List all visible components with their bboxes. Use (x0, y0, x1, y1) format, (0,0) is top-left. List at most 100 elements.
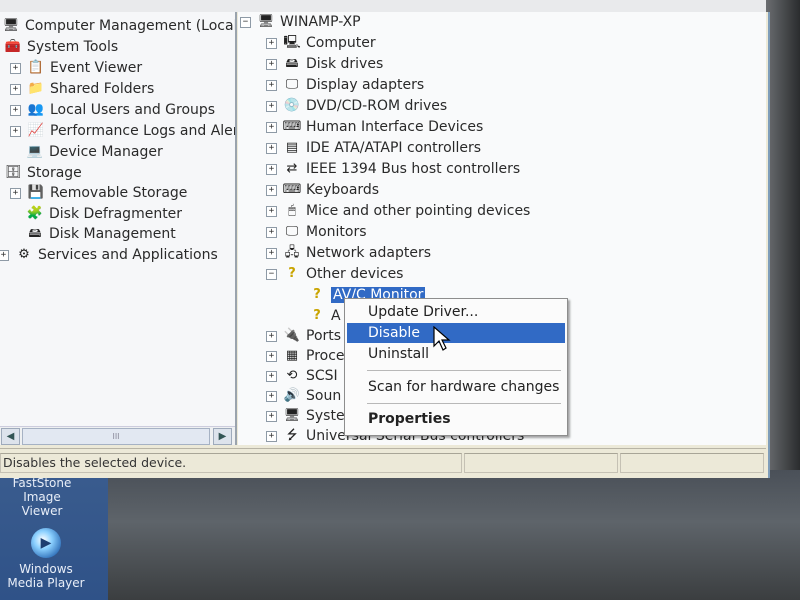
cdrom-icon: 💿 (283, 98, 301, 113)
monitor-bezel (766, 0, 800, 470)
tree-label: Proce (306, 348, 345, 364)
tree-label: Display adapters (306, 77, 425, 93)
tree-root-computer-management[interactable]: 🖥 Computer Management (Local) (2, 16, 235, 36)
expand-button[interactable]: + (266, 205, 277, 217)
scroll-right-arrow-icon[interactable]: ▶ (213, 428, 232, 445)
tree-item-storage[interactable]: 🗄 Storage (4, 163, 82, 183)
expand-button[interactable]: + (266, 142, 277, 154)
scroll-left-arrow-icon[interactable]: ◀ (1, 428, 20, 445)
expand-button[interactable]: + (266, 163, 277, 175)
tree-label: Services and Applications (38, 247, 218, 263)
device-category-mice[interactable]: + 🖱 Mice and other pointing devices (266, 201, 530, 221)
collapse-button[interactable]: − (266, 268, 277, 280)
tree-label: System Tools (27, 39, 119, 55)
device-category-system[interactable]: + 🖥 Syste (266, 406, 345, 426)
expand-button[interactable]: + (266, 247, 277, 259)
tree-label: DVD/CD-ROM drives (306, 98, 448, 114)
desktop-background (0, 470, 800, 600)
menu-item-update-driver[interactable]: Update Driver... (347, 302, 565, 322)
shared-folders-icon: 📁 (27, 81, 45, 96)
expand-button[interactable]: + (266, 37, 277, 49)
device-category-ieee1394[interactable]: + ⇄ IEEE 1394 Bus host controllers (266, 159, 520, 179)
device-category-sound[interactable]: + 🔊 Soun (266, 386, 341, 406)
tree-item-performance-logs[interactable]: + 📈 Performance Logs and Alerts (10, 121, 237, 141)
device-category-keyboards[interactable]: + ⌨ Keyboards (266, 180, 379, 200)
device-tree-root[interactable]: − 🖥 WINAMP-XP (240, 12, 361, 32)
expand-button[interactable]: + (266, 121, 277, 133)
expand-button[interactable]: + (266, 430, 277, 442)
menu-item-uninstall[interactable]: Uninstall (347, 344, 565, 364)
expand-button[interactable]: + (266, 370, 277, 382)
device-category-ports[interactable]: + 🔌 Ports (266, 326, 341, 346)
scsi-icon: ⟲ (286, 368, 298, 383)
device-category-ide[interactable]: + ▤ IDE ATA/ATAPI controllers (266, 138, 481, 158)
tree-label: Device Manager (49, 144, 163, 160)
device-category-other-devices[interactable]: − ? Other devices (266, 264, 403, 284)
desktop-icon-label: Image Viewer (21, 490, 63, 518)
tree-item-removable-storage[interactable]: + 💾 Removable Storage (10, 183, 187, 203)
device-category-monitors[interactable]: + 🖵 Monitors (266, 222, 367, 242)
expand-button[interactable]: + (266, 350, 277, 362)
computer-icon: 🖥 (257, 14, 275, 29)
mouse-icon: 🖱 (288, 203, 296, 218)
tree-item-system-tools[interactable]: 🧰 System Tools (4, 37, 118, 57)
menu-item-disable[interactable]: Disable (347, 323, 565, 343)
tree-item-local-users[interactable]: + 👥 Local Users and Groups (10, 100, 215, 120)
device-category-display-adapters[interactable]: + 🖵 Display adapters (266, 75, 424, 95)
event-viewer-icon: 📋 (27, 60, 45, 75)
expand-button[interactable]: + (266, 410, 277, 422)
expand-button[interactable]: + (10, 62, 21, 74)
tree-item-device-manager[interactable]: 💻 Device Manager (26, 142, 163, 162)
expand-button[interactable]: + (266, 390, 277, 402)
tree-label: Disk Management (49, 226, 176, 242)
tree-label: Syste (306, 408, 345, 424)
removable-storage-icon: 💾 (27, 185, 45, 200)
keyboard-icon: ⌨ (282, 182, 302, 197)
menu-item-scan-hardware[interactable]: Scan for hardware changes (347, 377, 565, 397)
tree-item-disk-defragmenter[interactable]: 🧩 Disk Defragmenter (26, 204, 182, 224)
expand-button[interactable]: + (266, 330, 277, 342)
expand-button[interactable]: + (10, 83, 21, 95)
scrollbar-thumb[interactable]: III (22, 428, 210, 445)
tree-label: Human Interface Devices (306, 119, 484, 135)
expand-button[interactable]: + (266, 100, 277, 112)
menu-separator (367, 370, 561, 371)
expand-button[interactable]: + (10, 187, 21, 199)
tree-label: Performance Logs and Alerts (50, 123, 237, 139)
collapse-button[interactable]: − (240, 16, 251, 28)
device-other-child[interactable]: ? A (308, 306, 340, 326)
expand-button[interactable]: + (266, 58, 277, 70)
tree-label: Event Viewer (50, 60, 143, 76)
status-text: Disables the selected device. (0, 453, 462, 473)
desktop-icon-faststone[interactable]: FastStone Image Viewer (2, 476, 82, 518)
device-category-hid[interactable]: + ⌨ Human Interface Devices (266, 117, 483, 137)
device-category-processors[interactable]: + ▦ Proce (266, 346, 345, 366)
device-category-computer[interactable]: + 🖳 Computer (266, 33, 376, 53)
expand-button[interactable]: + (266, 226, 277, 238)
warning-device-icon: ? (313, 287, 321, 302)
tree-item-event-viewer[interactable]: + 📋 Event Viewer (10, 58, 142, 78)
tree-item-services-applications[interactable]: + ⚙ Services and Applications (0, 245, 218, 265)
expand-button[interactable]: + (266, 184, 277, 196)
tree-item-shared-folders[interactable]: + 📁 Shared Folders (10, 79, 154, 99)
menu-item-properties[interactable]: Properties (347, 409, 565, 429)
status-bar: Disables the selected device. (0, 448, 766, 477)
expand-button[interactable]: + (266, 79, 277, 91)
tree-label: SCSI (306, 368, 338, 384)
device-category-disk-drives[interactable]: + 🖴 Disk drives (266, 54, 383, 74)
horizontal-scrollbar[interactable]: ◀ III ▶ (0, 426, 235, 445)
firewire-icon: ⇄ (286, 161, 298, 176)
expand-button[interactable]: + (10, 104, 21, 116)
windows-media-player-icon: ▶ (31, 528, 61, 558)
desktop-icon-windows-media-player[interactable]: ▶ Windows Media Player (6, 528, 86, 590)
tree-label: Keyboards (306, 182, 380, 198)
device-category-dvd-cdrom[interactable]: + 💿 DVD/CD-ROM drives (266, 96, 447, 116)
expand-button[interactable]: + (0, 249, 9, 261)
expand-button[interactable]: + (10, 125, 21, 137)
desktop-icon-label: Windows (19, 562, 73, 576)
tree-item-disk-management[interactable]: 🖴 Disk Management (26, 224, 176, 244)
device-category-scsi[interactable]: + ⟲ SCSI (266, 366, 338, 386)
tree-label: Other devices (306, 266, 404, 282)
device-category-network-adapters[interactable]: + 🖧 Network adapters (266, 243, 431, 263)
menu-separator (367, 403, 561, 404)
